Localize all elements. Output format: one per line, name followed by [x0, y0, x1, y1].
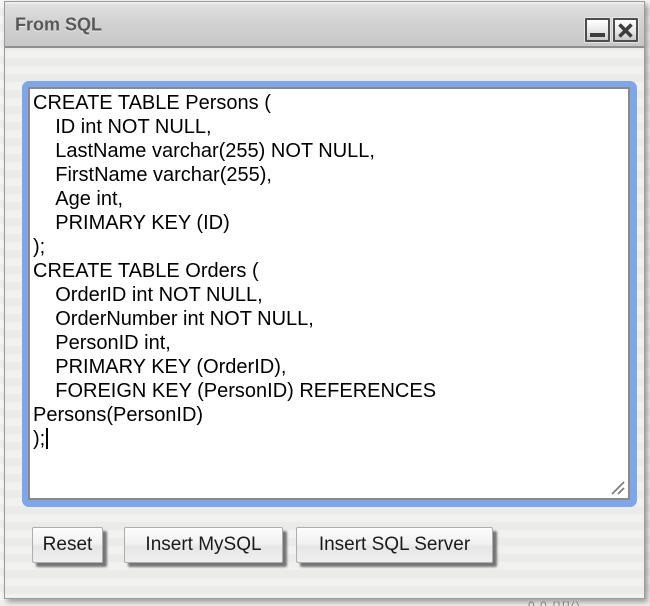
sql-editor-focus-ring: CREATE TABLE Persons ( ID int NOT NULL, … — [22, 81, 637, 507]
close-icon — [617, 22, 634, 39]
dialog-titlebar[interactable]: From SQL — [5, 2, 644, 48]
sql-textarea[interactable]: CREATE TABLE Persons ( ID int NOT NULL, … — [28, 87, 630, 500]
dialog-title: From SQL — [15, 15, 102, 36]
resize-handle-icon[interactable] — [609, 479, 626, 496]
close-button[interactable] — [613, 18, 638, 42]
minimize-icon — [590, 33, 605, 37]
page-background: 0 0 {}[]() From SQL CREATE TABLE Persons… — [0, 0, 650, 606]
insert-sql-server-button[interactable]: Insert SQL Server — [296, 527, 493, 563]
background-partial-text: 0 0 {}[]() — [528, 601, 638, 606]
minimize-button[interactable] — [585, 18, 610, 42]
from-sql-dialog: From SQL CREATE TABLE Persons ( ID int N… — [4, 1, 645, 599]
insert-mysql-button[interactable]: Insert MySQL — [124, 527, 283, 563]
text-caret — [46, 428, 48, 449]
reset-button[interactable]: Reset — [32, 527, 103, 563]
sql-text: CREATE TABLE Persons ( ID int NOT NULL, … — [30, 89, 628, 453]
background-partial-text-label: 0 0 {}[]() — [528, 601, 638, 606]
